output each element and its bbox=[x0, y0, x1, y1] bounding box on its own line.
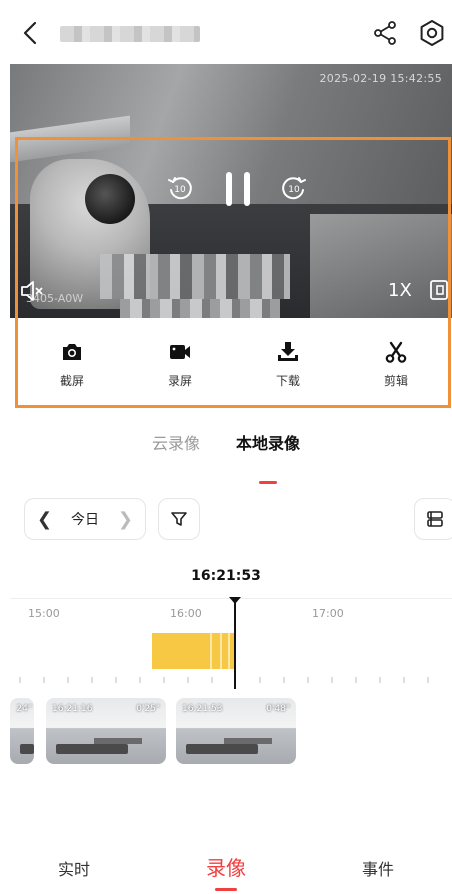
settings-icon[interactable] bbox=[418, 19, 446, 47]
nav-live[interactable]: 实时 bbox=[58, 842, 90, 880]
thumbnail-scene bbox=[94, 738, 142, 744]
tab-local-recording[interactable]: 本地录像 bbox=[236, 430, 300, 484]
thumbnail-scene bbox=[56, 744, 128, 754]
clip-thumbnail[interactable]: 16:21:16 0'25" bbox=[46, 698, 166, 764]
clip-start-time: 16:21:53 bbox=[182, 704, 223, 714]
clip-duration: 0'48" bbox=[266, 704, 290, 714]
back-icon[interactable] bbox=[18, 20, 44, 46]
thumbnail-scene bbox=[186, 744, 258, 754]
download-icon bbox=[278, 342, 298, 361]
fullscreen-icon[interactable] bbox=[428, 279, 450, 301]
clip-duration: 0'25" bbox=[136, 704, 160, 714]
list-layout-icon bbox=[427, 511, 443, 527]
timeline[interactable]: 15:00 16:00 17:00 bbox=[10, 597, 452, 689]
timeline-hour-label: 17:00 bbox=[312, 607, 344, 620]
layout-toggle-button[interactable] bbox=[414, 498, 452, 540]
timeline-ticks bbox=[19, 677, 429, 683]
clip-thumbnail[interactable]: 24" bbox=[10, 698, 34, 764]
thumbnail-scene bbox=[224, 738, 272, 744]
timeline-cursor[interactable] bbox=[229, 597, 241, 689]
record-source-tabs: 云录像 本地录像 bbox=[0, 430, 452, 484]
playback-speed[interactable]: 1X bbox=[388, 280, 412, 301]
screenshot-label: 截屏 bbox=[59, 374, 84, 388]
top-bar bbox=[0, 0, 452, 64]
svg-text:10: 10 bbox=[288, 185, 300, 195]
nav-recording[interactable]: 录像 bbox=[206, 842, 246, 891]
timeline-hour-label: 16:00 bbox=[170, 607, 202, 620]
svg-text:10: 10 bbox=[174, 185, 186, 195]
screenshot-button[interactable]: 截屏 bbox=[18, 330, 126, 404]
mute-icon[interactable] bbox=[20, 280, 44, 302]
recording-segment-gap bbox=[210, 633, 212, 669]
pause-icon[interactable] bbox=[223, 171, 253, 207]
clip-list: 24" 16:21:16 0'25" 16:21:53 0'48" bbox=[10, 698, 452, 764]
camera-icon bbox=[63, 344, 81, 360]
device-name-masked bbox=[60, 26, 200, 42]
video-timestamp: 2025-02-19 15:42:55 bbox=[319, 72, 442, 85]
clip-duration: 24" bbox=[16, 704, 32, 714]
record-screen-label: 录屏 bbox=[167, 374, 192, 388]
prev-day-icon[interactable]: ❮ bbox=[37, 509, 52, 530]
video-camera-icon bbox=[170, 345, 190, 359]
recording-segment[interactable] bbox=[152, 633, 236, 669]
date-label: 今日 bbox=[71, 512, 99, 528]
share-icon[interactable] bbox=[372, 20, 398, 46]
clip-edit-button[interactable]: 剪辑 bbox=[342, 330, 450, 404]
action-bar: 截屏 录屏 下载 剪辑 bbox=[18, 330, 450, 404]
scissors-icon bbox=[385, 341, 407, 363]
next-day-icon[interactable]: ❯ bbox=[118, 509, 133, 530]
clip-edit-label: 剪辑 bbox=[383, 374, 408, 388]
filter-button[interactable] bbox=[158, 498, 200, 540]
download-label: 下载 bbox=[275, 374, 300, 388]
bottom-navigation: 实时 录像 事件 bbox=[0, 842, 452, 894]
recording-segment-gap bbox=[228, 633, 230, 669]
privacy-mosaic bbox=[120, 299, 280, 318]
recording-segment-gap bbox=[220, 633, 222, 669]
clip-start-time: 16:21:16 bbox=[52, 704, 93, 714]
rewind-10-icon[interactable]: 10 bbox=[166, 174, 194, 202]
current-playback-time: 16:21:53 bbox=[191, 568, 261, 584]
video-scene-shelf bbox=[310, 214, 452, 318]
tab-cloud-recording[interactable]: 云录像 bbox=[152, 430, 200, 470]
nav-events[interactable]: 事件 bbox=[362, 842, 394, 880]
date-selector: ❮ 今日 ❯ bbox=[24, 498, 146, 540]
clip-thumbnail[interactable]: 16:21:53 0'48" bbox=[176, 698, 296, 764]
privacy-mosaic bbox=[100, 254, 290, 299]
download-button[interactable]: 下载 bbox=[234, 330, 342, 404]
video-scene-camera-dome bbox=[85, 174, 135, 224]
forward-10-icon[interactable]: 10 bbox=[280, 174, 308, 202]
thumbnail-scene bbox=[20, 744, 34, 754]
filter-icon bbox=[171, 512, 187, 526]
timeline-hour-label: 15:00 bbox=[28, 607, 60, 620]
record-screen-button[interactable]: 录屏 bbox=[126, 330, 234, 404]
